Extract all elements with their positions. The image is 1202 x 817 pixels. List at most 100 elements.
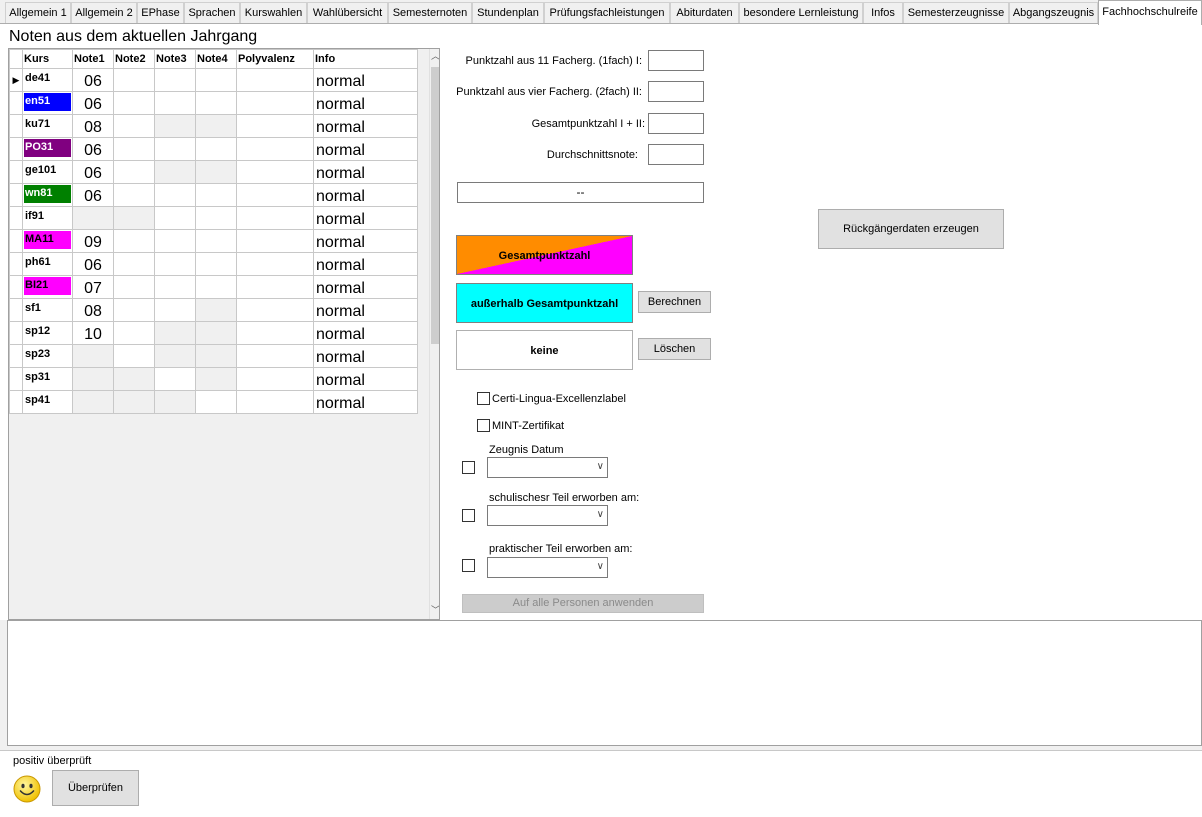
cell-note1[interactable] bbox=[72, 390, 114, 414]
keine-button[interactable]: keine bbox=[456, 330, 633, 370]
table-row[interactable]: en51 06 normal bbox=[9, 91, 418, 115]
row-selector[interactable]: ▶ bbox=[9, 68, 23, 92]
cell-note2[interactable] bbox=[113, 390, 155, 414]
gesamtpunktzahl-field[interactable] bbox=[648, 113, 704, 134]
column-header-note2[interactable]: Note2 bbox=[113, 49, 155, 69]
cell-note1[interactable]: 08 bbox=[72, 298, 114, 322]
cell-note1[interactable]: 06 bbox=[72, 252, 114, 276]
cell-info[interactable]: normal bbox=[313, 114, 418, 138]
cell-note4[interactable] bbox=[195, 390, 237, 414]
cell-note3[interactable] bbox=[154, 114, 196, 138]
schulischer-teil-picker[interactable]: ∨ bbox=[487, 505, 608, 526]
cell-polyvalenz[interactable] bbox=[236, 275, 314, 299]
tab-sprachen[interactable]: Sprachen bbox=[184, 2, 240, 23]
cell-note1[interactable]: 09 bbox=[72, 229, 114, 253]
cell-polyvalenz[interactable] bbox=[236, 137, 314, 161]
column-header-note4[interactable]: Note4 bbox=[195, 49, 237, 69]
scroll-up-icon[interactable]: ︿ bbox=[430, 49, 439, 63]
cell-note2[interactable] bbox=[113, 91, 155, 115]
grid-vertical-scrollbar[interactable]: ︿ ﹀ bbox=[429, 49, 439, 619]
cell-info[interactable]: normal bbox=[313, 137, 418, 161]
schulischer-teil-checkbox[interactable] bbox=[462, 509, 475, 522]
tab-semesterzeugnisse[interactable]: Semesterzeugnisse bbox=[903, 2, 1009, 23]
rueckgaengerdaten-button[interactable]: Rückgängerdaten erzeugen bbox=[818, 209, 1004, 249]
cell-note2[interactable] bbox=[113, 321, 155, 345]
punktzahl-2-field[interactable] bbox=[648, 81, 704, 102]
cell-info[interactable]: normal bbox=[313, 229, 418, 253]
cell-note2[interactable] bbox=[113, 344, 155, 368]
column-header-note3[interactable]: Note3 bbox=[154, 49, 196, 69]
cell-note2[interactable] bbox=[113, 252, 155, 276]
cell-polyvalenz[interactable] bbox=[236, 252, 314, 276]
row-selector[interactable] bbox=[9, 275, 23, 299]
cell-note1[interactable]: 08 bbox=[72, 114, 114, 138]
cell-polyvalenz[interactable] bbox=[236, 298, 314, 322]
punktzahl-1-field[interactable] bbox=[648, 50, 704, 71]
cell-note4[interactable] bbox=[195, 91, 237, 115]
cell-kurs[interactable]: sp41 bbox=[22, 390, 73, 414]
cell-info[interactable]: normal bbox=[313, 321, 418, 345]
column-header-kurs[interactable]: Kurs bbox=[22, 49, 73, 69]
cell-note3[interactable] bbox=[154, 252, 196, 276]
column-header-polyvalenz[interactable]: Polyvalenz bbox=[236, 49, 314, 69]
cell-note3[interactable] bbox=[154, 367, 196, 391]
cell-note3[interactable] bbox=[154, 91, 196, 115]
table-row[interactable]: ph61 06 normal bbox=[9, 252, 418, 276]
table-row[interactable]: if91 normal bbox=[9, 206, 418, 230]
row-selector[interactable] bbox=[9, 206, 23, 230]
cell-kurs[interactable]: if91 bbox=[22, 206, 73, 230]
ausserhalb-gesamtpunktzahl-button[interactable]: außerhalb Gesamtpunktzahl bbox=[456, 283, 633, 323]
cell-kurs[interactable]: MA11 bbox=[22, 229, 73, 253]
row-selector[interactable] bbox=[9, 344, 23, 368]
cell-note4[interactable] bbox=[195, 206, 237, 230]
zeugnis-datum-checkbox[interactable] bbox=[462, 461, 475, 474]
cell-note1[interactable] bbox=[72, 367, 114, 391]
tab-fachhochschulreife[interactable]: Fachhochschulreife bbox=[1098, 0, 1202, 25]
loeschen-button[interactable]: Löschen bbox=[638, 338, 711, 360]
cell-note2[interactable] bbox=[113, 298, 155, 322]
cell-info[interactable]: normal bbox=[313, 344, 418, 368]
cell-note1[interactable]: 10 bbox=[72, 321, 114, 345]
cell-note4[interactable] bbox=[195, 275, 237, 299]
gesamtpunktzahl-button[interactable]: Gesamtpunktzahl bbox=[456, 235, 633, 275]
column-header-note1[interactable]: Note1 bbox=[72, 49, 114, 69]
cell-note1[interactable]: 06 bbox=[72, 91, 114, 115]
cell-note4[interactable] bbox=[195, 183, 237, 207]
cell-note4[interactable] bbox=[195, 321, 237, 345]
cell-note2[interactable] bbox=[113, 275, 155, 299]
tab-allgemein-1[interactable]: Allgemein 1 bbox=[5, 2, 71, 23]
table-row[interactable]: PO31 06 normal bbox=[9, 137, 418, 161]
grades-grid[interactable]: Kurs Note1 Note2 Note3 Note4 Polyvalenz … bbox=[8, 48, 440, 620]
cell-info[interactable]: normal bbox=[313, 183, 418, 207]
ueberpruefen-button[interactable]: Überprüfen bbox=[52, 770, 139, 806]
durchschnittsnote-field[interactable] bbox=[648, 144, 704, 165]
tab-ephase[interactable]: EPhase bbox=[137, 2, 184, 23]
scroll-down-icon[interactable]: ﹀ bbox=[430, 603, 439, 617]
column-header-info[interactable]: Info bbox=[313, 49, 418, 69]
cell-note1[interactable] bbox=[72, 206, 114, 230]
cell-kurs[interactable]: en51 bbox=[22, 91, 73, 115]
cell-note2[interactable] bbox=[113, 367, 155, 391]
cell-kurs[interactable]: ku71 bbox=[22, 114, 73, 138]
cell-info[interactable]: normal bbox=[313, 206, 418, 230]
berechnen-button[interactable]: Berechnen bbox=[638, 291, 711, 313]
table-row[interactable]: sp12 10 normal bbox=[9, 321, 418, 345]
certi-lingua-checkbox[interactable] bbox=[477, 392, 490, 405]
row-selector[interactable] bbox=[9, 367, 23, 391]
cell-polyvalenz[interactable] bbox=[236, 390, 314, 414]
cell-note3[interactable] bbox=[154, 160, 196, 184]
cell-note1[interactable] bbox=[72, 344, 114, 368]
tab-pruefungsfachleistungen[interactable]: Prüfungsfachleistungen bbox=[544, 2, 670, 23]
tab-abgangszeugnis[interactable]: Abgangszeugnis bbox=[1009, 2, 1098, 23]
cell-polyvalenz[interactable] bbox=[236, 68, 314, 92]
cell-note2[interactable] bbox=[113, 160, 155, 184]
table-row[interactable]: sp31 normal bbox=[9, 367, 418, 391]
cell-note4[interactable] bbox=[195, 68, 237, 92]
cell-note3[interactable] bbox=[154, 206, 196, 230]
cell-polyvalenz[interactable] bbox=[236, 367, 314, 391]
cell-note1[interactable]: 07 bbox=[72, 275, 114, 299]
cell-polyvalenz[interactable] bbox=[236, 321, 314, 345]
cell-info[interactable]: normal bbox=[313, 91, 418, 115]
cell-note4[interactable] bbox=[195, 160, 237, 184]
cell-info[interactable]: normal bbox=[313, 252, 418, 276]
